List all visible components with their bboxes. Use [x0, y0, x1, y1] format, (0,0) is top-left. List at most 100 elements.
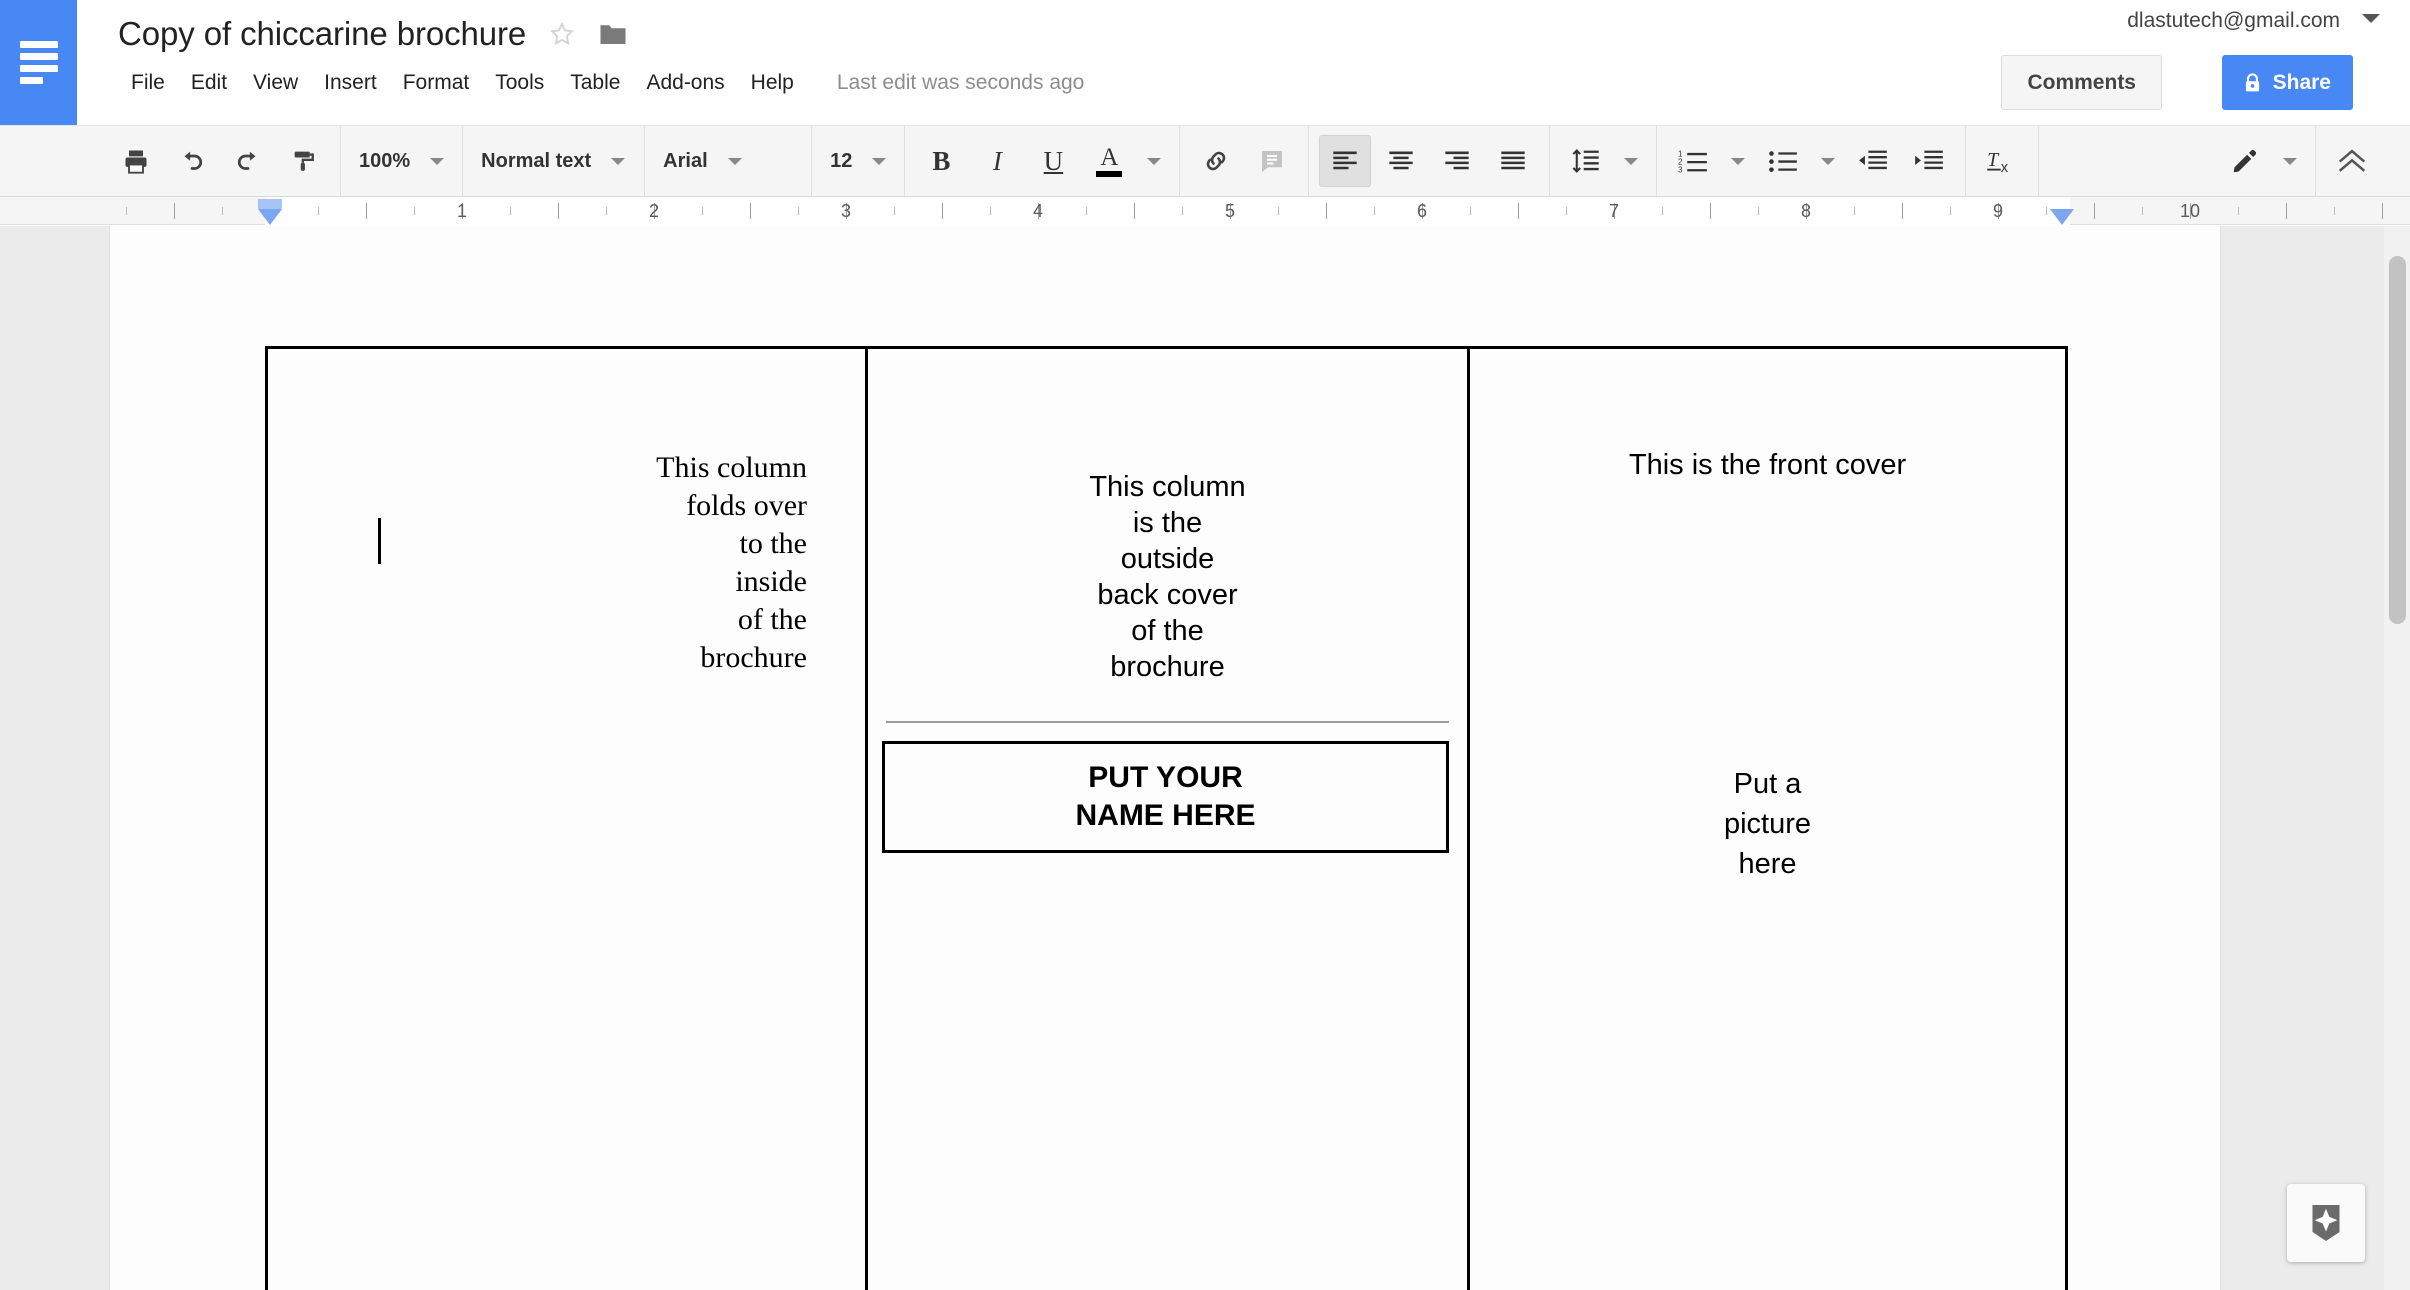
ruler-tick — [318, 207, 319, 215]
zoom-value: 100% — [359, 150, 411, 172]
line: is the — [1132, 507, 1203, 539]
name-placeholder-box[interactable]: PUT YOUR NAME HERE — [882, 741, 1449, 853]
chevron-down-icon[interactable] — [2362, 14, 2380, 23]
formatting-toolbar: 100% Normal text Arial 12 B I U A 1 2 3 … — [0, 125, 2410, 197]
folder-icon[interactable] — [598, 21, 628, 47]
link-icon — [1207, 151, 1226, 171]
account-email[interactable]: dlastutech@gmail.com — [2127, 6, 2340, 36]
align-right-button[interactable] — [1431, 135, 1483, 187]
menu-add-ons[interactable]: Add-ons — [633, 66, 737, 100]
svg-text:T: T — [1988, 149, 2001, 171]
ruler-tick — [174, 203, 175, 219]
toolbar-group-clear: T x — [1966, 125, 2040, 197]
hide-menus-button[interactable] — [2326, 135, 2378, 187]
underline-icon: U — [1043, 145, 1064, 176]
document-canvas[interactable]: This column folds over to the inside of … — [0, 226, 2410, 1290]
numbered-list-chevron-down-icon[interactable] — [1731, 157, 1746, 165]
explore-button[interactable] — [2287, 1184, 2365, 1262]
right-indent-marker[interactable] — [2050, 199, 2074, 225]
decrease-indent-button[interactable] — [1847, 135, 1899, 187]
ruler-tick — [126, 207, 127, 215]
ruler-tick — [942, 203, 943, 219]
increase-indent-button[interactable] — [1903, 135, 1955, 187]
numbered-list-button[interactable]: 1 2 3 — [1667, 135, 1719, 187]
ruler-number: 4 — [1032, 201, 1044, 221]
toolbar-group-collapse — [2316, 125, 2410, 197]
last-edit-status[interactable]: Last edit was seconds ago — [837, 71, 1085, 95]
line-spacing-chevron-down-icon[interactable] — [1624, 157, 1639, 165]
line: Put a — [1733, 768, 1802, 800]
comments-button[interactable]: Comments — [2001, 55, 2162, 110]
ruler-tick — [990, 207, 991, 215]
menu-help[interactable]: Help — [738, 66, 807, 100]
menu-format[interactable]: Format — [390, 66, 483, 100]
menu-insert[interactable]: Insert — [311, 66, 390, 100]
ruler-tick — [798, 207, 799, 215]
front-cover-title: This is the front cover — [1628, 449, 1907, 481]
menu-edit[interactable]: Edit — [178, 66, 240, 100]
document-page[interactable]: This column folds over to the inside of … — [110, 226, 2220, 1290]
underline-button[interactable]: U — [1027, 135, 1079, 187]
header-bar: Copy of chiccarine brochure File Edit Vi… — [0, 0, 2410, 125]
outside-back-cover-text: This column is the outside back cover of… — [868, 469, 1467, 685]
share-button[interactable]: Share — [2221, 55, 2353, 110]
ruler-tick — [1902, 203, 1903, 219]
font-size-select[interactable]: 12 — [820, 135, 896, 187]
menu-file[interactable]: File — [118, 66, 178, 100]
paint-format-button[interactable] — [278, 135, 330, 187]
line: of the — [1131, 615, 1204, 647]
brochure-table[interactable]: This column folds over to the inside of … — [265, 346, 2068, 1290]
paragraph-style-select[interactable]: Normal text — [471, 135, 636, 187]
svg-text:3: 3 — [1678, 166, 1683, 174]
vertical-scrollbar-thumb[interactable] — [2389, 256, 2406, 624]
line-spacing-button[interactable] — [1560, 135, 1612, 187]
line: brochure — [1110, 651, 1225, 683]
bulleted-list-chevron-down-icon[interactable] — [1821, 157, 1836, 165]
bulleted-list-button[interactable] — [1757, 135, 1809, 187]
inside-fold-text: This column folds over to the inside of … — [268, 449, 807, 677]
text-color-button[interactable]: A — [1083, 135, 1135, 187]
ruler-number: 6 — [1416, 201, 1428, 221]
table-cell-outside-back-cover[interactable]: This column is the outside back cover of… — [868, 349, 1470, 1290]
print-button[interactable] — [110, 135, 162, 187]
align-justify-button[interactable] — [1487, 135, 1539, 187]
redo-icon — [237, 151, 256, 170]
add-comment-button[interactable] — [1246, 135, 1298, 187]
ruler-tick — [2382, 203, 2383, 219]
bold-button[interactable]: B — [915, 135, 967, 187]
page-title[interactable]: Copy of chiccarine brochure — [118, 14, 526, 54]
ruler-tick — [222, 207, 223, 215]
table-cell-inside-fold[interactable]: This column folds over to the inside of … — [268, 349, 868, 1290]
insert-link-button[interactable] — [1190, 135, 1242, 187]
menu-tools[interactable]: Tools — [482, 66, 557, 100]
star-icon[interactable] — [548, 20, 576, 48]
italic-button[interactable]: I — [971, 135, 1023, 187]
horizontal-ruler[interactable]: 1 2 3 4 5 6 7 8 9 10 — [0, 197, 2410, 225]
ruler-number: 2 — [648, 201, 660, 221]
zoom-select[interactable]: 100% — [349, 135, 454, 187]
vertical-scrollbar[interactable] — [2384, 226, 2410, 1290]
left-indent-marker[interactable] — [258, 199, 282, 225]
menu-view[interactable]: View — [240, 66, 311, 100]
align-center-button[interactable] — [1375, 135, 1427, 187]
align-left-icon — [1333, 151, 1358, 170]
toolbar-group-file — [0, 125, 341, 197]
redo-button[interactable] — [222, 135, 274, 187]
ruler-tick — [2046, 207, 2047, 215]
undo-button[interactable] — [166, 135, 218, 187]
table-cell-front-cover[interactable]: This is the front cover Put a picture he… — [1470, 349, 2065, 1290]
ruler-tick — [1566, 207, 1567, 215]
bulleted-list-icon — [1769, 151, 1798, 172]
text-color-chevron-down-icon[interactable] — [1147, 157, 1162, 165]
ruler-tick — [750, 203, 751, 219]
docs-home-logo[interactable] — [0, 0, 77, 125]
font-family-select[interactable]: Arial — [653, 135, 803, 187]
clear-formatting-button[interactable]: T x — [1976, 135, 2028, 187]
edit-mode-button[interactable] — [2219, 135, 2271, 187]
menu-table[interactable]: Table — [557, 66, 633, 100]
ruler-tick — [1710, 203, 1711, 219]
align-left-button[interactable] — [1319, 135, 1372, 187]
edit-mode-chevron-down-icon[interactable] — [2283, 157, 2297, 165]
paragraph-style-value: Normal text — [481, 150, 592, 172]
ruler-tick — [894, 207, 895, 215]
